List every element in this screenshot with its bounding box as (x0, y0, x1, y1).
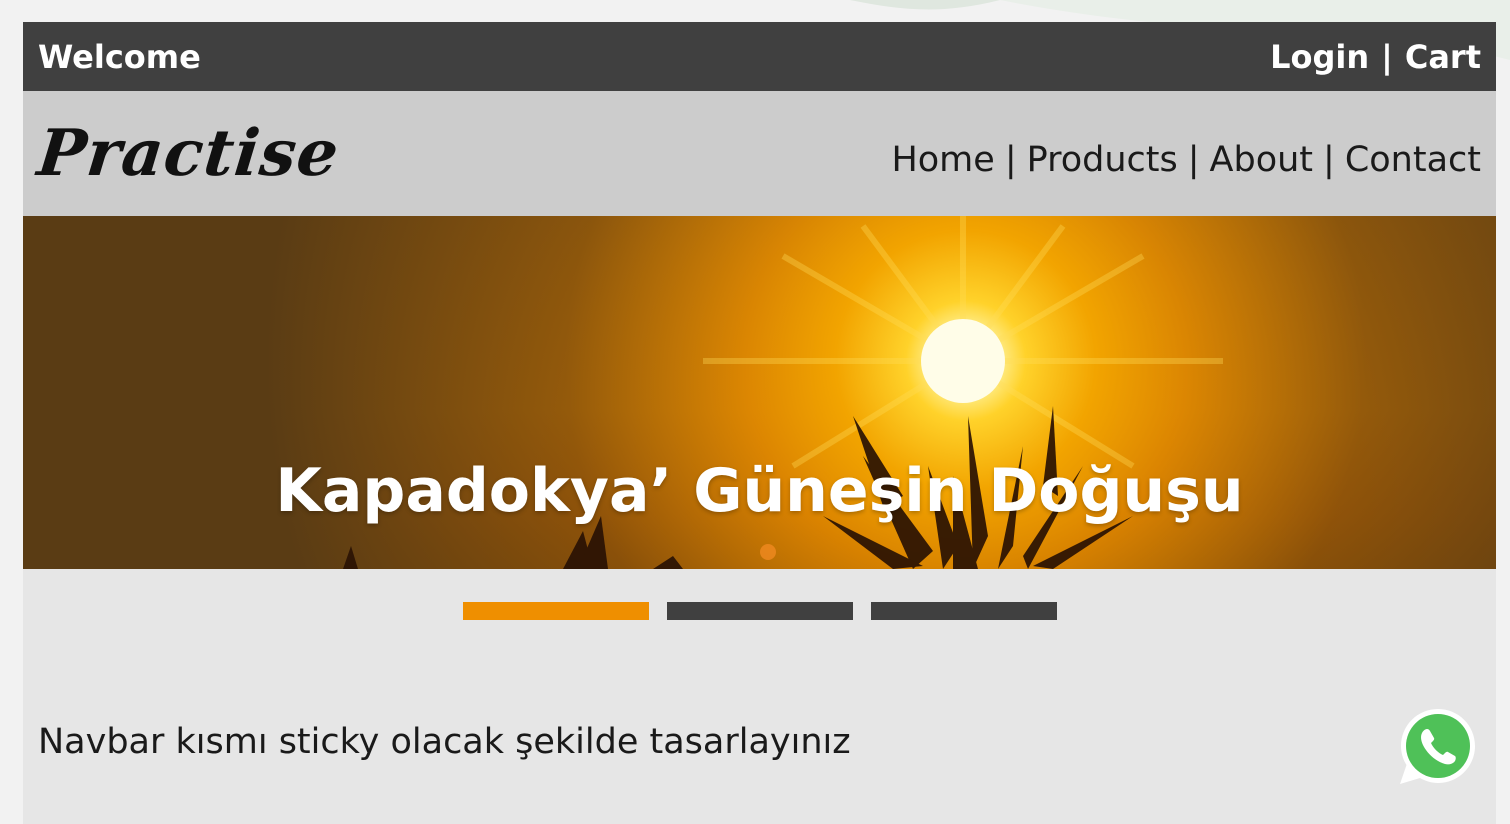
whatsapp-button[interactable] (1398, 706, 1478, 786)
whatsapp-icon (1400, 709, 1475, 784)
slide-indicator-3[interactable] (870, 602, 1057, 620)
nav-products[interactable]: Products (1027, 140, 1178, 180)
top-bar: Welcome Login | Cart (23, 22, 1496, 91)
slide-indicator-1[interactable] (462, 602, 649, 620)
content-paragraph: Navbar kısmı sticky olacak şekilde tasar… (38, 722, 851, 762)
site-logo[interactable]: Practise (34, 116, 343, 191)
nav-separator: | (1323, 139, 1335, 180)
page-container: Welcome Login | Cart Practise Home | Pro… (23, 22, 1496, 824)
account-separator: | (1381, 37, 1393, 76)
slide-indicator-2[interactable] (666, 602, 853, 620)
nav-home[interactable]: Home (891, 140, 994, 180)
main-navbar: Practise Home | Products | About | Conta… (23, 91, 1496, 216)
nav-separator: | (1187, 139, 1200, 180)
slider-indicators (23, 602, 1496, 620)
account-links: Login | Cart (1270, 38, 1481, 76)
welcome-text: Welcome (38, 37, 201, 76)
cart-link[interactable]: Cart (1405, 38, 1481, 76)
nav-menu: Home | Products | About | Contact (891, 128, 1481, 180)
hero-slider: Kapadokya’ Güneşin Doğuşu (23, 216, 1496, 569)
nav-separator: | (1004, 139, 1017, 180)
nav-about[interactable]: About (1210, 140, 1313, 180)
hero-title: Kapadokya’ Güneşin Doğuşu (275, 456, 1244, 526)
login-link[interactable]: Login (1270, 38, 1369, 76)
nav-contact[interactable]: Contact (1345, 140, 1481, 180)
